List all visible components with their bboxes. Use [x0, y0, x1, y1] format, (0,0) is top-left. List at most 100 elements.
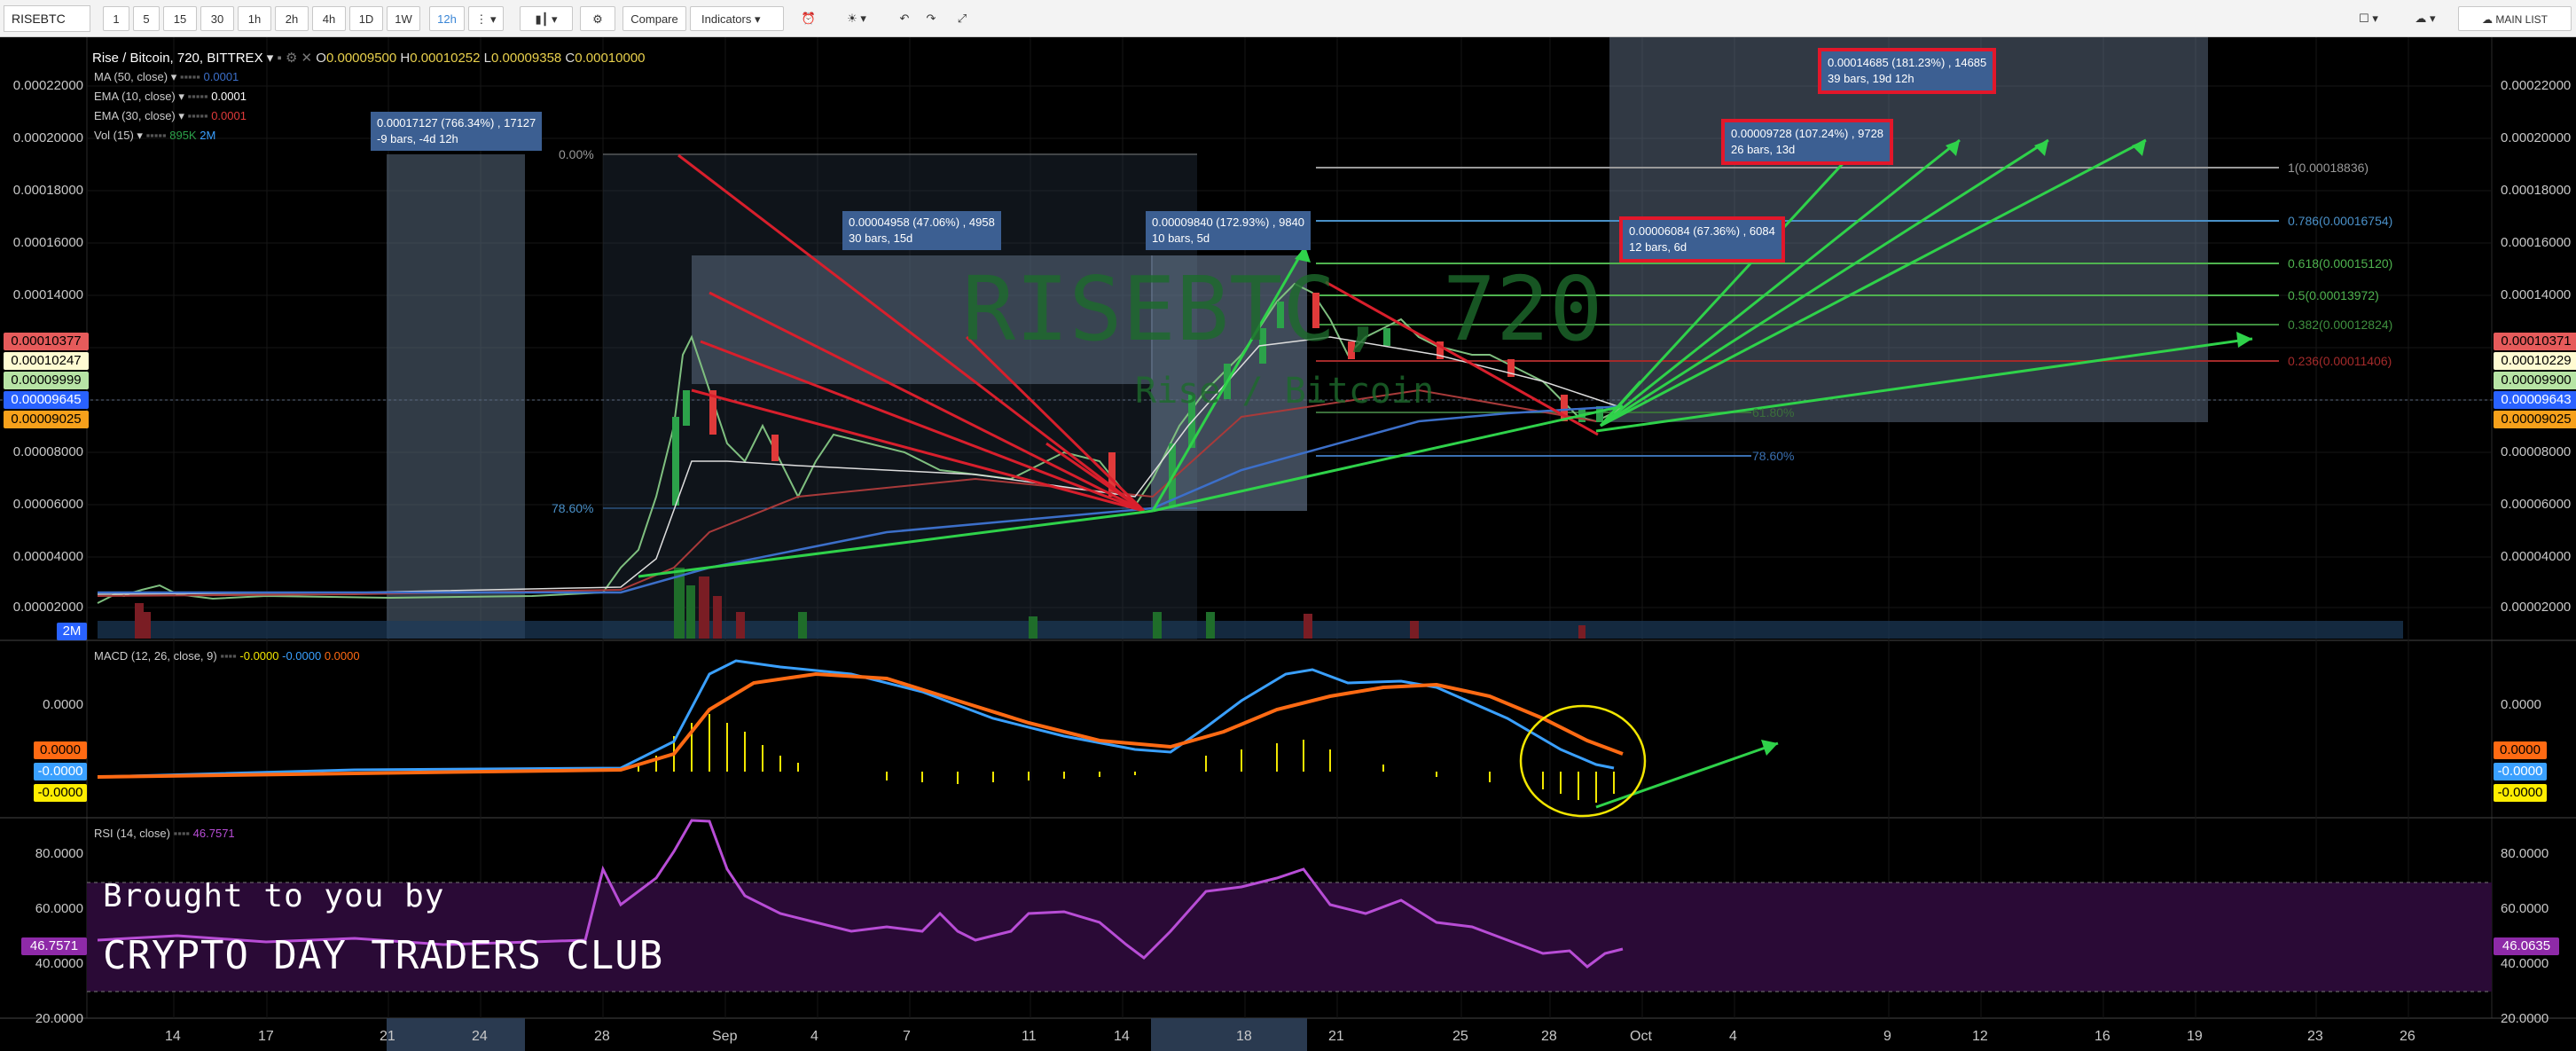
price-tag-close: 0.00009900: [2494, 372, 2576, 389]
redo-icon: ↷: [926, 12, 936, 25]
ma50-legend[interactable]: MA (50, close) ▾ ▪▪▪▪▪ 0.0001: [94, 70, 239, 84]
rsi-label: RSI (14, close): [94, 827, 170, 840]
price-tick: 0.00020000: [2501, 130, 2572, 145]
compare-button[interactable]: Compare: [622, 6, 686, 31]
macd-tick: 0.0000: [2501, 697, 2541, 712]
fib-label: 0.00%: [559, 147, 594, 161]
macd-hist-tag: -0.0000: [34, 784, 87, 802]
macd-value: -0.0000: [282, 649, 322, 663]
price-tag-ma50: 0.00009645: [4, 391, 89, 409]
redo-button[interactable]: ↷: [919, 6, 943, 31]
ohlc-high: 0.00010252: [410, 51, 481, 66]
alarm-icon: ⏰: [801, 12, 817, 25]
price-tag-ema30: 0.00010377: [4, 333, 89, 350]
measure-box-6[interactable]: 0.00014685 (181.23%) , 14685 39 bars, 19d…: [1818, 48, 1997, 94]
ma50-value: 0.0001: [203, 70, 239, 83]
rsi-value: 46.7571: [192, 827, 235, 840]
vol-value: 895K: [169, 129, 197, 142]
measure-box-3[interactable]: 0.00009840 (172.93%) , 9840 10 bars, 5d: [1146, 211, 1311, 250]
interval-1h[interactable]: 1h: [238, 6, 271, 31]
price-tick: 0.00016000: [2501, 235, 2572, 250]
rsi-tick: 80.0000: [35, 846, 83, 861]
measure-box-4[interactable]: 0.00006084 (67.36%) , 6084 12 bars, 6d: [1619, 216, 1785, 263]
time-tick: 18: [1236, 1029, 1252, 1044]
price-tick: 0.00002000: [12, 600, 83, 615]
symbol-input[interactable]: [4, 5, 90, 32]
ohlc-close: 0.00010000: [575, 51, 646, 66]
measure-box-5[interactable]: 0.00009728 (107.24%) , 9728 26 bars, 13d: [1721, 119, 1894, 165]
fib-label: 78.60%: [1752, 449, 1795, 463]
interval-1[interactable]: 1: [103, 6, 129, 31]
name-watermark: Rise / Bitcoin: [1135, 371, 1435, 412]
ohlc-l-label: L: [483, 51, 491, 66]
macd-tag: -0.0000: [34, 763, 87, 780]
time-tick: 21: [1328, 1029, 1344, 1044]
time-tick: 25: [1452, 1029, 1468, 1044]
rsi-tick: 40.0000: [2501, 956, 2549, 971]
chevron-down-icon: ▾: [755, 12, 761, 26]
ema10-value: 0.0001: [211, 90, 247, 103]
fib-label: 78.60%: [552, 501, 594, 515]
branding-line1: Brought to you by: [103, 878, 445, 914]
cloud-save-button[interactable]: ☁ ▾: [2403, 6, 2447, 31]
ema10-legend[interactable]: EMA (10, close) ▾ ▪▪▪▪▪ 0.0001: [94, 90, 247, 104]
interval-2h[interactable]: 2h: [275, 6, 309, 31]
chart-type-button[interactable]: ▮┃ ▾: [520, 6, 573, 31]
price-tag-low: 0.00009025: [2494, 411, 2576, 428]
time-tick: 26: [2400, 1029, 2415, 1044]
measure-duration: 39 bars, 19d 12h: [1828, 72, 1914, 85]
indicators-button[interactable]: Indicators ▾: [690, 6, 784, 31]
price-tag-ema30: 0.00010371: [2494, 333, 2576, 350]
fib-label: 0.5(0.00013972): [2288, 288, 2379, 302]
measure-value: 0.00017127 (766.34%) , 17127: [377, 116, 536, 129]
alert-button[interactable]: ⏰: [791, 6, 826, 31]
macd-tag: -0.0000: [2494, 763, 2547, 780]
chart-title[interactable]: Rise / Bitcoin, 720, BITTREX: [92, 51, 263, 66]
macd-signal-line: [97, 671, 1624, 779]
interval-30[interactable]: 30: [200, 6, 234, 31]
settings-button[interactable]: ⚙: [580, 6, 615, 31]
cloud-upload-icon: ☁: [2481, 13, 2496, 26]
time-tick: Oct: [1630, 1029, 1652, 1044]
fullscreen-button[interactable]: ⤢: [947, 6, 977, 31]
measure-box-1[interactable]: 0.00017127 (766.34%) , 17127 -9 bars, -4d…: [371, 112, 543, 151]
price-tick: 0.00022000: [2501, 78, 2572, 93]
interval-1d[interactable]: 1D: [349, 6, 383, 31]
measure-box-2[interactable]: 0.00004958 (47.06%) , 4958 30 bars, 15d: [842, 211, 1001, 250]
vol-legend[interactable]: Vol (15) ▾ ▪▪▪▪▪ 895K 2M: [94, 129, 215, 143]
interval-5[interactable]: 5: [133, 6, 160, 31]
theme-button[interactable]: ☀ ▾: [832, 6, 881, 31]
ema10-label: EMA (10, close): [94, 90, 176, 103]
time-tick: 28: [1541, 1029, 1557, 1044]
settings-icons[interactable]: ▪ ⚙ ✕: [277, 51, 316, 66]
macd-legend[interactable]: MACD (12, 26, close, 9) ▪▪▪▪ -0.0000 -0.…: [94, 649, 360, 663]
ohlc-open: 0.00009500: [325, 51, 397, 66]
main-list-button[interactable]: ☁ MAIN LIST: [2458, 6, 2572, 31]
time-tick: 21: [380, 1029, 395, 1044]
highlight-circle[interactable]: [1519, 704, 1647, 818]
volume-tag: 2M: [57, 623, 87, 640]
undo-button[interactable]: ↶: [892, 6, 917, 31]
measure-duration: 26 bars, 13d: [1731, 143, 1796, 156]
fib-label: 0.618(0.00015120): [2288, 256, 2393, 271]
time-tick: 16: [2094, 1029, 2110, 1044]
measure-duration: 10 bars, 5d: [1152, 231, 1210, 245]
time-selection: [387, 1018, 525, 1051]
vol-label: Vol (15): [94, 129, 134, 142]
macd-signal-value: 0.0000: [324, 649, 360, 663]
interval-1w[interactable]: 1W: [387, 6, 420, 31]
ema30-legend[interactable]: EMA (30, close) ▾ ▪▪▪▪▪ 0.0001: [94, 109, 247, 123]
rsi-legend[interactable]: RSI (14, close) ▪▪▪▪ 46.7571: [94, 827, 235, 840]
indicators-label: Indicators: [701, 12, 752, 26]
interval-dropdown[interactable]: ⋮ ▾: [468, 6, 504, 31]
more-vertical-icon: ⋮ ▾: [475, 12, 497, 26]
date-range-box[interactable]: [387, 154, 525, 639]
sun-icon: ☀ ▾: [847, 12, 866, 25]
rsi-tick: 80.0000: [2501, 846, 2549, 861]
price-tick: 0.00008000: [12, 444, 83, 459]
interval-15[interactable]: 15: [163, 6, 197, 31]
layout-button[interactable]: ☐ ▾: [2346, 6, 2391, 31]
interval-12h[interactable]: 12h: [429, 6, 465, 31]
interval-4h[interactable]: 4h: [312, 6, 346, 31]
measure-duration: 30 bars, 15d: [849, 231, 913, 245]
